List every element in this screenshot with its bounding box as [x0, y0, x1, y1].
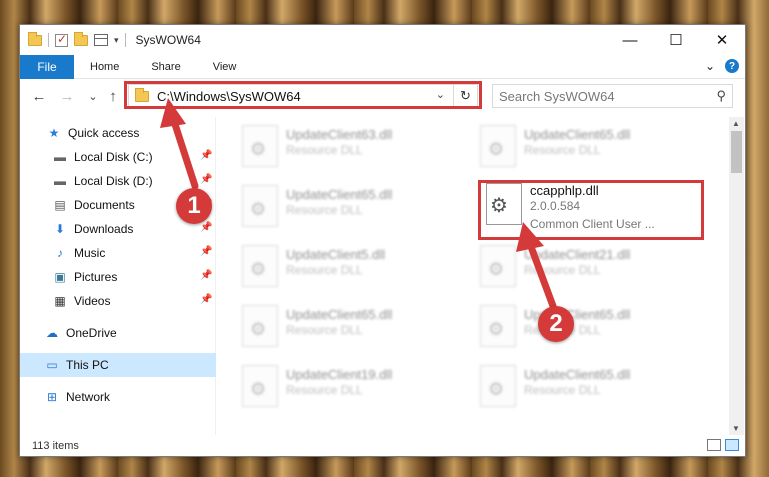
annotation-arrows	[160, 98, 557, 310]
arrow-2-head	[516, 222, 544, 252]
arrow-1-head	[160, 98, 186, 128]
step-1-badge: 1	[176, 188, 212, 224]
arrow-2-line	[526, 240, 557, 310]
step-2-badge: 2	[538, 306, 574, 342]
arrow-1-line	[169, 114, 199, 190]
